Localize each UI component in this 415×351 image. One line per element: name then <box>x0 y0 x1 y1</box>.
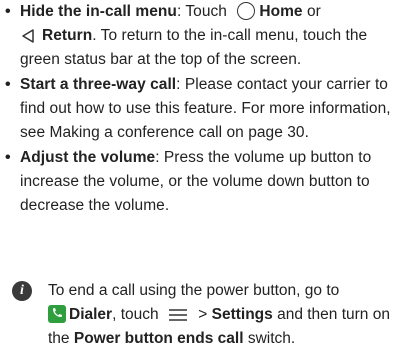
tips-list: • Hide the in-call menu: Touch Home or R… <box>0 0 415 218</box>
list-item: • Start a three-way call: Please contact… <box>0 73 415 145</box>
home-circle-icon <box>237 2 256 20</box>
item-text: : Touch <box>176 3 232 20</box>
dialer-label: Dialer <box>69 306 113 323</box>
menu-lines-icon <box>168 309 187 321</box>
dialer-phone-icon <box>48 305 66 323</box>
item-text: or <box>302 3 321 20</box>
back-triangle-icon <box>22 29 34 43</box>
item-term: Adjust the volume <box>20 149 156 166</box>
info-icon: i <box>12 281 32 301</box>
switch-label: Power button ends call <box>73 330 244 347</box>
bullet-dot: • <box>5 3 11 20</box>
back-label: Return <box>42 27 93 44</box>
note-text-part: To end a call using the power button, go… <box>48 282 340 299</box>
item-term: Start a three-way call <box>20 76 177 93</box>
info-note: i To end a call using the power button, … <box>12 279 412 351</box>
item-term: Hide the in-call menu <box>20 3 177 20</box>
list-item: • Hide the in-call menu: Touch Home or R… <box>0 0 415 72</box>
manual-page: • Hide the in-call menu: Touch Home or R… <box>0 0 415 351</box>
note-text-part: > <box>193 306 212 323</box>
bullet-dot: • <box>5 76 11 93</box>
home-label: Home <box>259 3 303 20</box>
list-item: • Adjust the volume: Press the volume up… <box>0 146 415 218</box>
settings-label: Settings <box>211 306 273 323</box>
bullet-dot: • <box>5 149 11 166</box>
note-text-part: switch. <box>243 330 296 347</box>
note-text: To end a call using the power button, go… <box>12 279 412 351</box>
note-text-part: , touch <box>112 306 163 323</box>
